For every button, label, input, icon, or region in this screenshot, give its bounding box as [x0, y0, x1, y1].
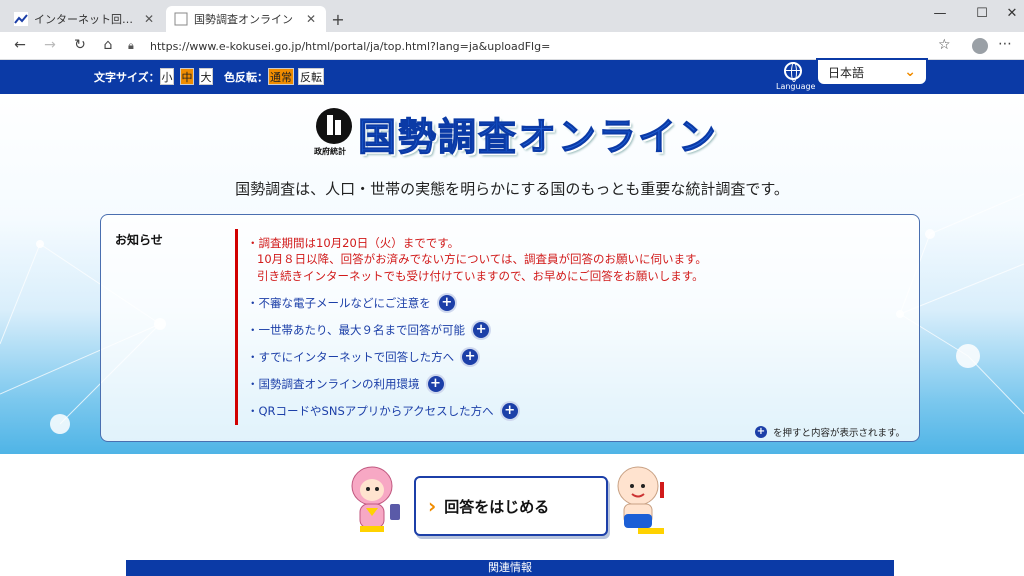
expand-plus-icon[interactable]: +	[427, 376, 444, 392]
start-answer-label: 回答をはじめる	[444, 497, 550, 516]
tab-title: 国勢調査オンライン	[194, 13, 293, 26]
maximize-icon[interactable]: ☐	[970, 6, 994, 21]
globe-icon	[784, 62, 802, 82]
hero-section: 政府統計 国勢調査オンライン 国勢調査は、人口・世帯の実態を明らかにする国のもっ…	[0, 94, 1024, 454]
alert-line: ・調査期間は10月20日（火）までです。	[247, 236, 460, 250]
tab-close-icon[interactable]: ✕	[304, 12, 318, 26]
notice-link-suspicious-email[interactable]: ・不審な電子メールなどにご注意を +	[247, 295, 455, 311]
notice-link-environment[interactable]: ・国勢調査オンラインの利用環境 +	[247, 376, 444, 392]
forward-arrow-icon[interactable]: →	[40, 37, 60, 53]
browser-tabstrip: インターネット回答｜国勢調査2020 ✕ 国勢調査オンライン ✕ + — ☐ ✕	[0, 0, 1024, 32]
language-value: 日本語	[828, 65, 865, 80]
notice-link-already-answered[interactable]: ・すでにインターネットで回答した方へ +	[247, 349, 479, 365]
mascot-girl-illustration	[351, 466, 400, 532]
lock-icon: 🔒︎	[128, 39, 134, 52]
mascot-boy-illustration	[617, 466, 664, 534]
start-answer-button[interactable]: › 回答をはじめる	[414, 476, 608, 536]
notice-link-label: ・すでにインターネットで回答した方へ	[247, 350, 455, 364]
color-invert-button[interactable]: 反転	[298, 68, 324, 85]
refresh-icon[interactable]: ↻	[70, 37, 90, 53]
government-statistics-logo-icon	[316, 108, 352, 144]
page-favicon-icon	[174, 12, 188, 26]
notice-link-qr-sns[interactable]: ・QRコードやSNSアプリからアクセスした方へ +	[247, 403, 518, 419]
expand-plus-icon[interactable]: +	[438, 295, 455, 311]
back-arrow-icon[interactable]: ←	[10, 37, 30, 53]
tagline: 国勢調査は、人口・世帯の実態を明らかにする国のもっとも重要な統計調査です。	[235, 180, 789, 198]
notice-link-label: ・QRコードやSNSアプリからアクセスした方へ	[247, 404, 494, 418]
notice-divider	[235, 229, 238, 425]
font-size-medium-button[interactable]: 中	[180, 68, 194, 85]
notice-link-label: ・一世帯あたり、最大９名まで回答が可能	[247, 323, 466, 337]
notice-link-label: ・不審な電子メールなどにご注意を	[247, 296, 431, 310]
expand-plus-icon[interactable]: +	[462, 349, 479, 365]
more-menu-icon[interactable]: ⋯	[998, 36, 1012, 52]
color-invert-label: 色反転：	[224, 71, 268, 84]
language-caption: Language	[776, 82, 816, 91]
chevron-right-icon: ›	[428, 494, 437, 518]
font-size-large-button[interactable]: 大	[199, 68, 213, 85]
chart-favicon-icon	[14, 12, 28, 26]
tab-close-icon[interactable]: ✕	[142, 12, 156, 26]
notice-panel: お知らせ ・調査期間は10月20日（火）までです。 10月８日以降、回答がお済み…	[100, 214, 920, 442]
url-field[interactable]: 🔒︎ https://www.e-kokusei.go.jp/html/port…	[128, 35, 958, 57]
related-info-bar[interactable]: 関連情報	[126, 560, 894, 576]
notice-link-max-members[interactable]: ・一世帯あたり、最大９名まで回答が可能 +	[247, 322, 490, 338]
logo-subtitle: 政府統計	[314, 147, 346, 156]
chevron-down-icon: ⌄	[904, 64, 916, 80]
tab-active[interactable]: 国勢調査オンライン ✕	[166, 6, 326, 32]
alert-line: 引き続きインターネットでも受け付けていますので、お早めにご回答をお願いします。	[257, 269, 704, 283]
close-window-icon[interactable]: ✕	[1000, 6, 1024, 21]
expand-hint-text: を押すと内容が表示されます。	[772, 428, 905, 439]
profile-avatar[interactable]	[972, 38, 988, 54]
color-normal-button[interactable]: 通常	[268, 68, 294, 85]
plus-icon: +	[754, 426, 767, 438]
tab-inactive[interactable]: インターネット回答｜国勢調査2020 ✕	[6, 6, 164, 32]
language-select[interactable]: 日本語 ⌄	[816, 58, 928, 86]
expand-hint: + を押すと内容が表示されます。	[754, 425, 905, 439]
minimize-icon[interactable]: —	[928, 6, 952, 21]
expand-plus-icon[interactable]: +	[501, 403, 518, 419]
font-size-small-button[interactable]: 小	[160, 68, 174, 85]
favorite-star-icon[interactable]: ☆	[938, 37, 951, 53]
font-size-label: 文字サイズ：	[94, 71, 160, 84]
tab-title: インターネット回答｜国勢調査2020	[34, 13, 142, 26]
url-text: https://www.e-kokusei.go.jp/html/portal/…	[150, 39, 551, 53]
expand-plus-icon[interactable]: +	[473, 322, 490, 338]
site-logo-title[interactable]: 国勢調査オンライン	[357, 106, 718, 161]
notice-link-label: ・国勢調査オンラインの利用環境	[247, 377, 420, 391]
notice-heading: お知らせ	[115, 233, 163, 247]
alert-line: 10月８日以降、回答がお済みでない方については、調査員が回答のお願いに伺います。	[257, 252, 707, 266]
home-icon[interactable]: ⌂	[98, 37, 118, 53]
new-tab-plus-icon[interactable]: +	[330, 10, 346, 29]
address-bar: ← → ↻ ⌂ 🔒︎ https://www.e-kokusei.go.jp/h…	[0, 32, 1024, 60]
